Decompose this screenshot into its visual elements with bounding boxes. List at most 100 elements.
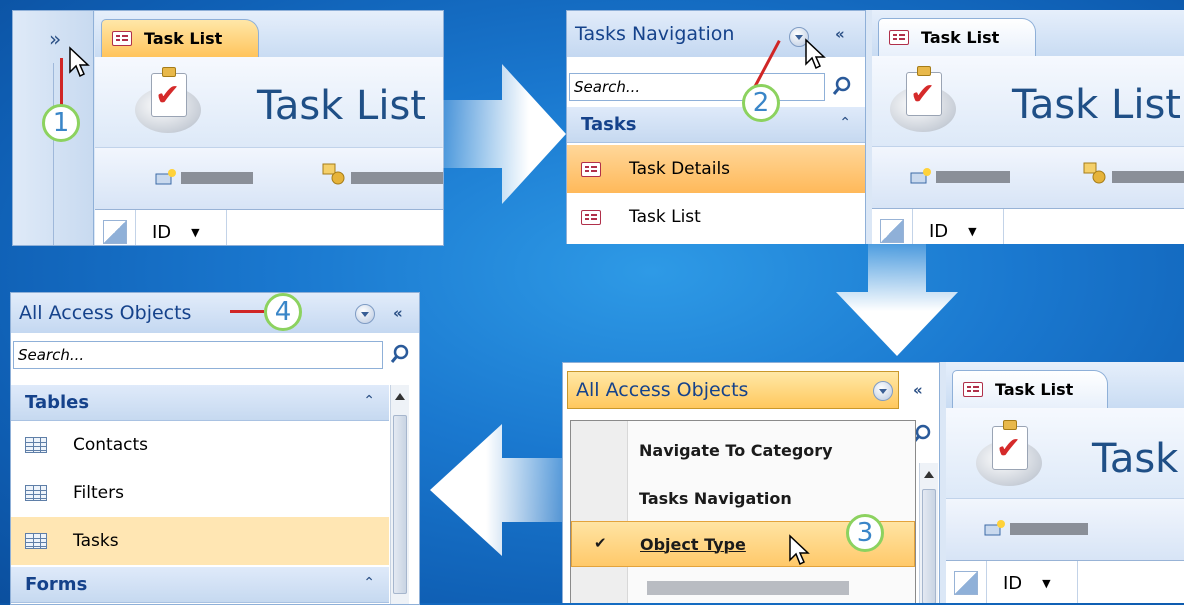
collapse-pane-icon[interactable]: « — [913, 381, 923, 399]
menu-item-navigate-to-category[interactable]: Navigate To Category — [627, 427, 915, 473]
tab-label: Task List — [144, 29, 223, 48]
step-badge-2: 2 — [742, 84, 780, 122]
form-toolbar — [95, 147, 443, 210]
navigation-category-menu: Navigate To Category Tasks Navigation ✔ … — [570, 420, 916, 603]
search-input[interactable]: Search... — [569, 73, 825, 101]
tab-task-list[interactable]: Task List — [952, 370, 1108, 408]
step2-panel: Tasks Navigation « Search... Tasks ⌃ Tas… — [566, 10, 1184, 244]
select-all-corner[interactable] — [103, 220, 127, 244]
tab-task-list[interactable]: Task List — [878, 18, 1036, 56]
group-header-tables[interactable]: Tables ⌃ — [11, 385, 389, 421]
scroll-up-icon[interactable] — [924, 471, 934, 478]
nav-pane-header[interactable]: All Access Objects — [567, 371, 899, 409]
column-dropdown-icon[interactable]: ▼ — [1042, 577, 1050, 590]
scroll-thumb[interactable] — [393, 415, 407, 594]
toolbar-text-placeholder-2 — [351, 172, 443, 184]
group-header-tasks[interactable]: Tasks ⌃ — [567, 107, 865, 143]
expand-nav-icon[interactable]: » — [49, 27, 61, 51]
table-icon — [25, 533, 47, 549]
nav-item-label: Contacts — [73, 435, 148, 455]
flow-arrow-down-icon — [836, 244, 958, 356]
nav-item-label: Tasks — [73, 531, 119, 551]
nav-bar-divider — [53, 63, 54, 245]
column-dropdown-icon[interactable]: ▼ — [968, 225, 976, 238]
nav-pane-title: All Access Objects — [576, 379, 749, 401]
nav-menu-dropdown-icon[interactable] — [873, 381, 893, 401]
select-all-corner[interactable] — [880, 219, 904, 243]
form-title: Task — [1092, 436, 1179, 482]
form-toolbar — [872, 146, 1184, 209]
search-placeholder: Search... — [574, 78, 641, 96]
tab-task-list[interactable]: Task List — [101, 19, 259, 57]
form-title: Task List — [1012, 82, 1181, 128]
callout-line-4 — [230, 310, 264, 313]
column-header-id[interactable]: ID ▼ — [986, 561, 1078, 603]
tab-label: Task List — [921, 28, 1000, 47]
document-tabstrip: Task List — [95, 11, 443, 58]
collect-data-icon[interactable] — [1082, 161, 1108, 185]
nav-scrollbar[interactable] — [390, 385, 409, 604]
group-header-forms[interactable]: Forms ⌃ — [11, 567, 389, 603]
form-header: ✔ Task List — [872, 56, 1184, 146]
form-icon — [581, 161, 601, 177]
new-record-icon[interactable] — [155, 168, 177, 186]
form-icon — [889, 30, 909, 45]
column-header-label: ID — [1003, 572, 1023, 594]
search-icon[interactable] — [389, 343, 411, 365]
nav-pane-title: All Access Objects — [19, 302, 192, 324]
scroll-up-icon[interactable] — [395, 393, 405, 400]
form-toolbar — [946, 498, 1184, 561]
collect-data-icon[interactable] — [321, 162, 347, 186]
document-area: Task List ✔ Task List ID ▼ — [95, 11, 443, 245]
toolbar-text-placeholder — [936, 171, 1010, 183]
nav-menu-dropdown-icon[interactable] — [355, 304, 375, 324]
nav-item-task-list[interactable]: Task List — [567, 193, 865, 241]
column-header-id[interactable]: ID ▼ — [912, 209, 1004, 244]
nav-item-tasks[interactable]: Tasks — [11, 517, 389, 565]
task-clipboard-icon: ✔ — [976, 420, 1042, 486]
group-collapse-icon[interactable]: ⌃ — [363, 393, 375, 409]
flow-arrow-left-icon — [430, 424, 570, 556]
mouse-pointer-icon — [69, 46, 90, 78]
search-placeholder: Search... — [18, 346, 85, 364]
menu-item-label: Tasks Navigation — [639, 488, 792, 508]
tab-label: Task List — [995, 380, 1074, 399]
form-header: ✔ Task List — [95, 57, 443, 147]
nav-item-task-details[interactable]: Task Details — [567, 145, 865, 193]
search-icon[interactable] — [831, 75, 853, 97]
task-clipboard-icon: ✔ — [890, 66, 956, 132]
document-area: Task List ✔ Task ID ▼ — [946, 362, 1184, 603]
nav-scrollbar[interactable] — [919, 463, 938, 603]
document-tabstrip: Task List — [872, 10, 1184, 57]
column-dropdown-icon[interactable]: ▼ — [191, 226, 199, 239]
select-all-corner[interactable] — [954, 571, 978, 595]
datasheet-header: ID ▼ — [946, 560, 1184, 603]
group-label: Tasks — [581, 114, 637, 135]
new-record-icon[interactable] — [984, 519, 1006, 537]
scroll-thumb[interactable] — [922, 489, 936, 603]
nav-item-contacts[interactable]: Contacts — [11, 421, 389, 469]
group-label: Tables — [25, 392, 90, 413]
group-collapse-icon[interactable]: ⌃ — [839, 115, 851, 131]
column-header-label: ID — [929, 220, 949, 242]
checkmark-icon: ✔ — [594, 534, 607, 552]
nav-item-filters[interactable]: Filters — [11, 469, 389, 517]
collapse-pane-icon[interactable]: « — [835, 25, 845, 43]
group-collapse-icon[interactable]: ⌃ — [363, 575, 375, 591]
menu-item-label: Navigate To Category — [639, 440, 833, 460]
form-title: Task List — [257, 83, 426, 129]
step3-panel: All Access Objects « Navigate To Categor… — [562, 362, 1184, 603]
document-area: Task List ✔ Task List ID ▼ — [872, 10, 1184, 244]
form-icon — [112, 31, 132, 46]
task-clipboard-icon: ✔ — [135, 67, 201, 133]
document-tabstrip: Task List — [946, 362, 1184, 409]
nav-item-label: Task List — [629, 207, 701, 227]
new-record-icon[interactable] — [910, 167, 932, 185]
column-header-id[interactable]: ID ▼ — [135, 210, 227, 245]
menu-item-tasks-navigation[interactable]: Tasks Navigation — [627, 475, 915, 521]
step-badge-3: 3 — [846, 514, 884, 552]
collapse-pane-icon[interactable]: « — [393, 304, 403, 322]
search-input[interactable]: Search... — [13, 341, 383, 369]
toolbar-text-placeholder-2 — [1112, 171, 1184, 183]
toolbar-text-placeholder — [1010, 523, 1088, 535]
